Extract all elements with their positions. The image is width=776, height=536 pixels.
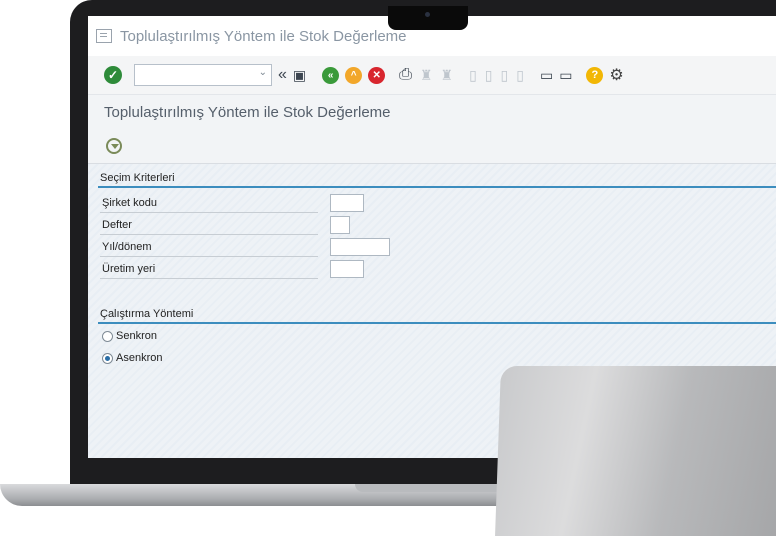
- print-icon[interactable]: ⎙: [399, 66, 412, 84]
- prev-page-icon[interactable]: ▯: [485, 67, 493, 84]
- company-code-input[interactable]: [330, 194, 364, 212]
- plant-input[interactable]: [330, 260, 364, 278]
- radio-label: Senkron: [116, 330, 157, 342]
- page-title: Toplulaştırılmış Yöntem ile Stok Değerle…: [88, 95, 776, 129]
- exit-icon[interactable]: ^: [345, 66, 363, 84]
- field-label: Üretim yeri: [100, 260, 318, 279]
- radio-label: Asenkron: [116, 352, 163, 364]
- radio-icon[interactable]: [102, 330, 113, 342]
- first-page-icon[interactable]: ▯: [469, 67, 477, 84]
- camera-icon: [425, 12, 430, 17]
- help-icon[interactable]: ?: [586, 66, 604, 84]
- ok-icon[interactable]: ✓: [104, 66, 122, 84]
- laptop-opening-lip: [355, 484, 515, 492]
- group-title: Seçim Kriterleri: [100, 172, 175, 184]
- last-page-icon[interactable]: ▯: [516, 67, 524, 84]
- camera-notch: [388, 6, 468, 30]
- application-toolbar: [88, 129, 776, 164]
- standard-toolbar: ✓ ⌄ « ▣ « ^ ✕ ⎙ ♜ ♜ ▯ ▯ ▯ ▯ ▭ ▭ ? ⚙: [88, 56, 776, 95]
- create-session-icon[interactable]: ▭: [540, 66, 553, 84]
- field-label: Yıl/dönem: [100, 238, 318, 257]
- save-icon[interactable]: ▣: [293, 66, 306, 84]
- execute-icon[interactable]: [106, 138, 122, 154]
- group-title: Çalıştırma Yöntemi: [100, 308, 194, 320]
- field-label: Şirket kodu: [100, 194, 318, 213]
- group-divider: [98, 186, 776, 188]
- shortcut-icon[interactable]: ▭: [559, 66, 572, 84]
- radio-synchronous[interactable]: Senkron: [102, 330, 157, 342]
- ledger-input[interactable]: [330, 216, 350, 234]
- selection-criteria-group: Seçim Kriterleri: [98, 172, 776, 188]
- settings-icon[interactable]: ⚙: [609, 65, 623, 85]
- find-next-icon[interactable]: ♜: [441, 67, 454, 84]
- period-input[interactable]: [330, 238, 390, 256]
- next-page-icon[interactable]: ▯: [501, 67, 509, 84]
- window-title: Toplulaştırılmış Yöntem ile Stok Değerle…: [120, 27, 407, 45]
- run-mode-group: Çalıştırma Yöntemi: [98, 308, 776, 324]
- cancel-icon[interactable]: ✕: [368, 66, 386, 84]
- radio-selected-icon[interactable]: [102, 352, 113, 364]
- find-icon[interactable]: ♜: [420, 67, 433, 84]
- group-divider: [98, 322, 776, 324]
- command-field[interactable]: ⌄: [134, 64, 272, 86]
- chevron-down-icon[interactable]: ⌄: [259, 67, 267, 78]
- back-icon[interactable]: «: [278, 66, 287, 84]
- radio-asynchronous[interactable]: Asenkron: [102, 352, 162, 364]
- menu-icon[interactable]: [96, 29, 112, 43]
- field-label: Defter: [100, 216, 318, 235]
- green-back-icon[interactable]: «: [322, 66, 340, 84]
- foreground-laptop: [495, 366, 776, 536]
